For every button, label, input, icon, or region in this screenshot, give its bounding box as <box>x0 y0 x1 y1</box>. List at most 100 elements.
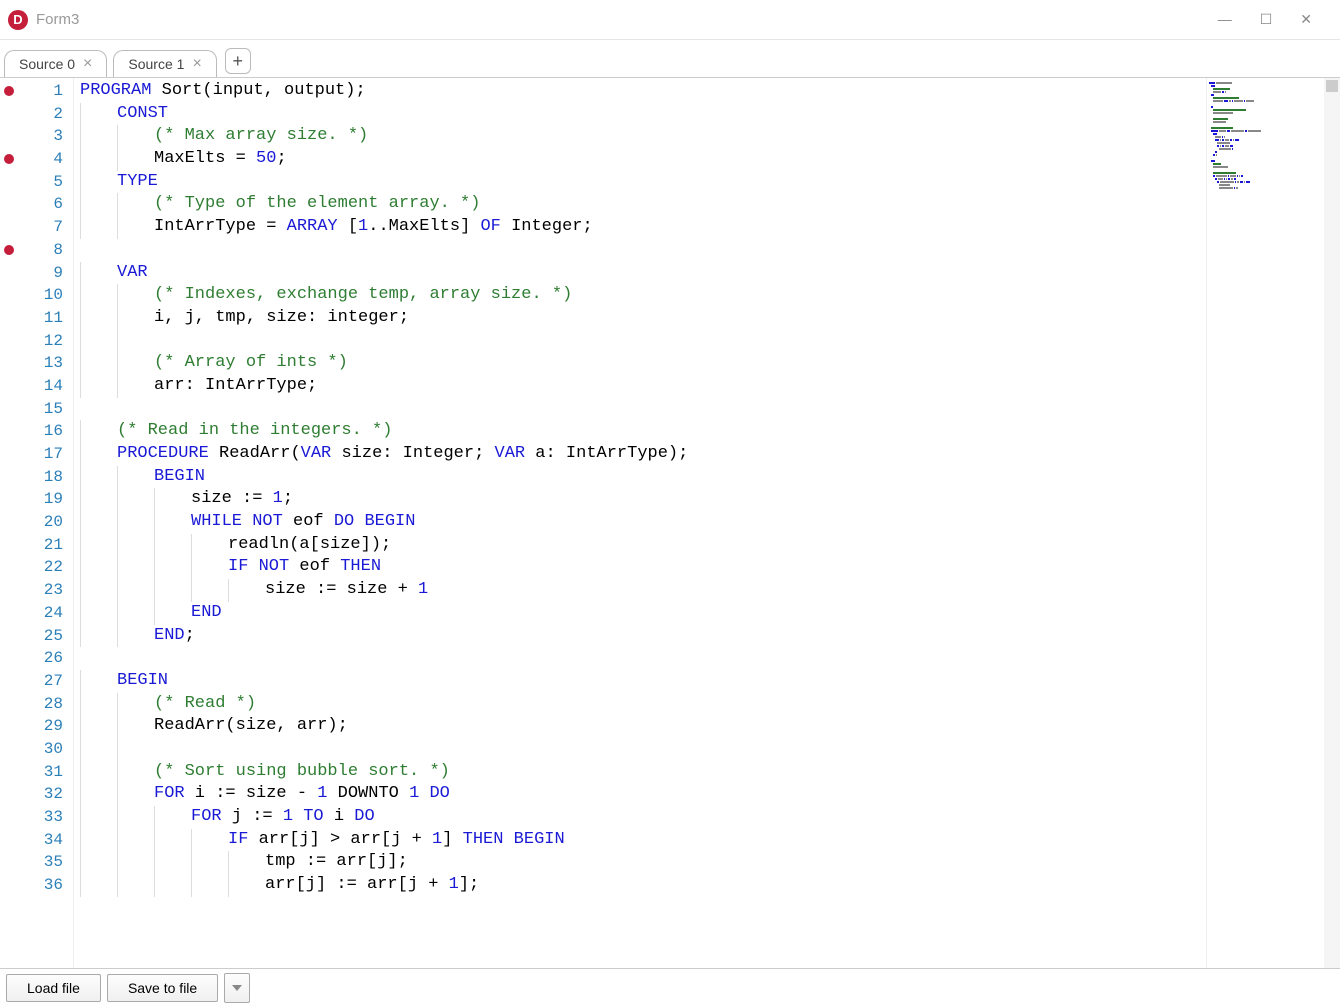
breakpoint-slot[interactable] <box>0 579 18 602</box>
code-line[interactable]: BEGIN <box>80 670 1206 693</box>
breakpoint-slot[interactable] <box>0 851 18 874</box>
breakpoint-slot[interactable] <box>0 125 18 148</box>
code-line[interactable]: (* Read in the integers. *) <box>80 420 1206 443</box>
breakpoint-slot[interactable] <box>0 488 18 511</box>
scrollbar-thumb[interactable] <box>1326 80 1338 92</box>
breakpoint-slot[interactable] <box>0 625 18 648</box>
code-line[interactable] <box>80 330 1206 353</box>
code-line[interactable]: (* Sort using bubble sort. *) <box>80 761 1206 784</box>
code-line[interactable]: arr[j] := arr[j + 1]; <box>80 874 1206 897</box>
code-line[interactable]: WHILE NOT eof DO BEGIN <box>80 511 1206 534</box>
breakpoint-slot[interactable] <box>0 80 18 103</box>
breakpoint-slot[interactable] <box>0 284 18 307</box>
breakpoint-icon[interactable] <box>4 154 14 164</box>
breakpoint-slot[interactable] <box>0 670 18 693</box>
line-number: 3 <box>18 125 63 148</box>
code-line[interactable]: (* Indexes, exchange temp, array size. *… <box>80 284 1206 307</box>
code-line[interactable]: (* Type of the element array. *) <box>80 193 1206 216</box>
code-line[interactable] <box>80 738 1206 761</box>
code-line[interactable]: size := 1; <box>80 488 1206 511</box>
breakpoint-slot[interactable] <box>0 874 18 897</box>
editor[interactable]: 1234567891011121314151617181920212223242… <box>0 78 1340 968</box>
close-icon[interactable]: × <box>192 56 201 72</box>
breakpoint-slot[interactable] <box>0 738 18 761</box>
breakpoint-slot[interactable] <box>0 375 18 398</box>
breakpoint-icon[interactable] <box>4 245 14 255</box>
close-button[interactable]: ✕ <box>1300 11 1312 28</box>
breakpoint-slot[interactable] <box>0 602 18 625</box>
breakpoint-slot[interactable] <box>0 715 18 738</box>
code-line[interactable]: FOR i := size - 1 DOWNTO 1 DO <box>80 783 1206 806</box>
line-number: 11 <box>18 307 63 330</box>
code-line[interactable]: VAR <box>80 262 1206 285</box>
code-line[interactable] <box>80 647 1206 670</box>
code-line[interactable]: size := size + 1 <box>80 579 1206 602</box>
code-line[interactable]: arr: IntArrType; <box>80 375 1206 398</box>
code-line[interactable]: tmp := arr[j]; <box>80 851 1206 874</box>
save-to-file-button[interactable]: Save to file <box>107 974 218 1002</box>
code-line[interactable]: IntArrType = ARRAY [1..MaxElts] OF Integ… <box>80 216 1206 239</box>
breakpoint-slot[interactable] <box>0 239 18 262</box>
breakpoint-slot[interactable] <box>0 307 18 330</box>
tab-source-0[interactable]: Source 0 × <box>4 50 107 77</box>
minimap[interactable] <box>1206 78 1324 968</box>
code-line[interactable]: BEGIN <box>80 466 1206 489</box>
code-line[interactable] <box>80 239 1206 262</box>
breakpoint-slot[interactable] <box>0 761 18 784</box>
code-line[interactable]: IF NOT eof THEN <box>80 556 1206 579</box>
breakpoint-slot[interactable] <box>0 783 18 806</box>
breakpoint-slot[interactable] <box>0 216 18 239</box>
breakpoint-icon[interactable] <box>4 86 14 96</box>
breakpoint-slot[interactable] <box>0 262 18 285</box>
code-line[interactable]: END; <box>80 625 1206 648</box>
breakpoint-slot[interactable] <box>0 647 18 670</box>
maximize-button[interactable]: ☐ <box>1260 11 1273 28</box>
breakpoint-slot[interactable] <box>0 534 18 557</box>
code-line[interactable]: (* Array of ints *) <box>80 352 1206 375</box>
code-line[interactable]: PROGRAM Sort(input, output); <box>80 80 1206 103</box>
breakpoint-slot[interactable] <box>0 330 18 353</box>
code-line[interactable]: ReadArr(size, arr); <box>80 715 1206 738</box>
code-line[interactable]: readln(a[size]); <box>80 534 1206 557</box>
toolbar-dropdown-button[interactable] <box>224 973 250 1003</box>
code-line[interactable]: IF arr[j] > arr[j + 1] THEN BEGIN <box>80 829 1206 852</box>
tab-source-1[interactable]: Source 1 × <box>113 50 216 77</box>
code-line[interactable]: i, j, tmp, size: integer; <box>80 307 1206 330</box>
line-number: 27 <box>18 670 63 693</box>
breakpoint-slot[interactable] <box>0 420 18 443</box>
breakpoint-gutter[interactable] <box>0 78 18 968</box>
breakpoint-slot[interactable] <box>0 443 18 466</box>
breakpoint-slot[interactable] <box>0 693 18 716</box>
code-line[interactable]: (* Max array size. *) <box>80 125 1206 148</box>
close-icon[interactable]: × <box>83 56 92 72</box>
code-area[interactable]: PROGRAM Sort(input, output);CONST(* Max … <box>74 78 1206 968</box>
minimize-button[interactable]: ― <box>1218 11 1232 28</box>
breakpoint-slot[interactable] <box>0 556 18 579</box>
code-line[interactable]: CONST <box>80 103 1206 126</box>
breakpoint-slot[interactable] <box>0 193 18 216</box>
breakpoint-slot[interactable] <box>0 171 18 194</box>
line-number: 26 <box>18 647 63 670</box>
breakpoint-slot[interactable] <box>0 148 18 171</box>
code-line[interactable]: END <box>80 602 1206 625</box>
line-number: 36 <box>18 874 63 897</box>
code-line[interactable]: FOR j := 1 TO i DO <box>80 806 1206 829</box>
code-line[interactable]: PROCEDURE ReadArr(VAR size: Integer; VAR… <box>80 443 1206 466</box>
line-number-gutter: 1234567891011121314151617181920212223242… <box>18 78 74 968</box>
breakpoint-slot[interactable] <box>0 398 18 421</box>
breakpoint-slot[interactable] <box>0 352 18 375</box>
code-line[interactable]: MaxElts = 50; <box>80 148 1206 171</box>
vertical-scrollbar[interactable] <box>1324 78 1340 968</box>
code-line[interactable]: (* Read *) <box>80 693 1206 716</box>
code-line[interactable]: TYPE <box>80 171 1206 194</box>
load-file-button[interactable]: Load file <box>6 974 101 1002</box>
add-tab-button[interactable]: + <box>225 48 251 74</box>
breakpoint-slot[interactable] <box>0 511 18 534</box>
breakpoint-slot[interactable] <box>0 829 18 852</box>
breakpoint-slot[interactable] <box>0 103 18 126</box>
breakpoint-slot[interactable] <box>0 806 18 829</box>
line-number: 34 <box>18 829 63 852</box>
code-line[interactable] <box>80 398 1206 421</box>
breakpoint-slot[interactable] <box>0 466 18 489</box>
bottom-toolbar: Load file Save to file <box>0 968 1340 1006</box>
